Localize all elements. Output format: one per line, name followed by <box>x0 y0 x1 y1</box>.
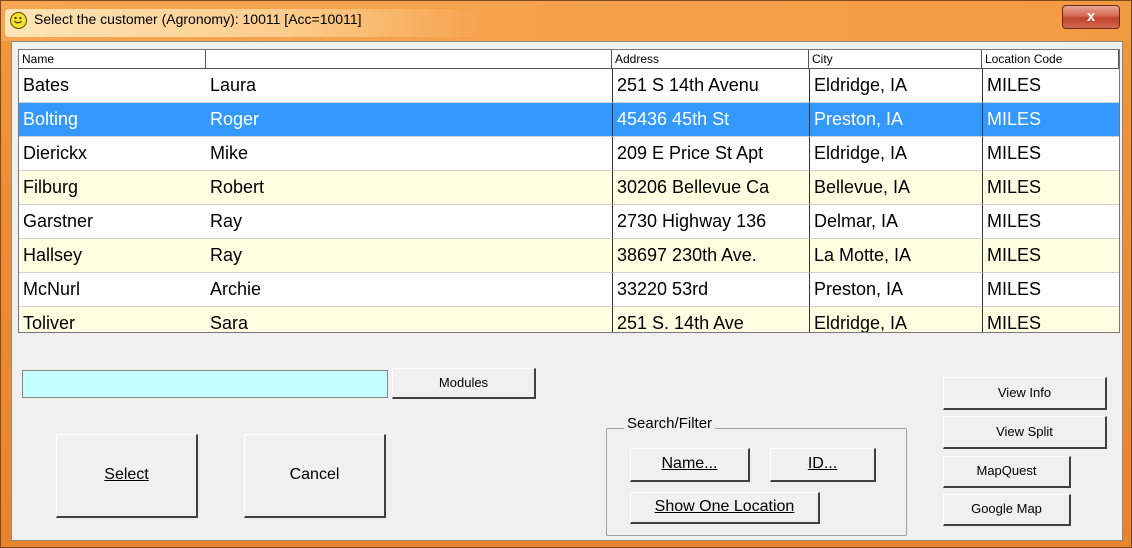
customer-table[interactable]: Name Address City Location Code Bates Lau… <box>18 49 1120 333</box>
table-row[interactable]: Garstner Ray 2730 Highway 136 Delmar, IA MIL… <box>19 205 1119 239</box>
table-row[interactable]: McNurl Archie 33220 53rd Preston, IA MILES <box>19 273 1119 307</box>
column-header-location-code[interactable]: Location Code <box>982 50 1119 69</box>
table-cell-city: Delmar, IA <box>809 205 982 239</box>
table-cell-loc: MILES <box>982 205 1119 239</box>
show-one-location-button[interactable]: Show One Location <box>630 492 820 524</box>
table-cell-address: 33220 53rd <box>612 273 809 307</box>
table-cell-last: Bates <box>19 69 206 103</box>
smiley-icon <box>10 12 27 29</box>
table-cell-loc: MILES <box>982 307 1119 332</box>
select-button[interactable]: Select <box>56 434 198 518</box>
table-cell-first: Archie <box>206 273 612 307</box>
table-cell-loc: MILES <box>982 273 1119 307</box>
column-header-first-name[interactable] <box>206 50 612 69</box>
table-row[interactable]: Bolting Roger 45436 45th St Preston, IA MILE… <box>19 103 1119 137</box>
table-cell-last: McNurl <box>19 273 206 307</box>
table-cell-city: Eldridge, IA <box>809 69 982 103</box>
table-cell-first: Robert <box>206 171 612 205</box>
table-cell-first: Mike <box>206 137 612 171</box>
table-cell-loc: MILES <box>982 239 1119 273</box>
dialog-client-area: Name Address City Location Code Bates Lau… <box>11 41 1123 541</box>
table-cell-loc: MILES <box>982 171 1119 205</box>
table-cell-city: Preston, IA <box>809 273 982 307</box>
cancel-label: Cancel <box>289 466 340 483</box>
table-row[interactable]: Dierickx Mike 209 E Price St Apt Eldridge, … <box>19 137 1119 171</box>
table-cell-first: Ray <box>206 205 612 239</box>
id-search-button[interactable]: ID... <box>770 448 876 482</box>
table-row[interactable]: Bates Laura 251 S 14th Avenu Eldridge, IA MI… <box>19 69 1119 103</box>
table-cell-address: 209 E Price St Apt <box>612 137 809 171</box>
table-cell-address: 45436 45th St <box>612 103 809 137</box>
column-header-address[interactable]: Address <box>612 50 809 69</box>
column-header-name[interactable]: Name <box>19 50 206 69</box>
table-cell-loc: MILES <box>982 69 1119 103</box>
select-label: Select <box>104 466 149 483</box>
table-cell-city: La Motte, IA <box>809 239 982 273</box>
title-bar[interactable]: Select the customer (Agronomy): 10011 [A… <box>1 1 1131 41</box>
search-input[interactable] <box>22 370 388 398</box>
view-split-button[interactable]: View Split <box>943 416 1107 449</box>
table-cell-last: Hallsey <box>19 239 206 273</box>
table-cell-last: Filburg <box>19 171 206 205</box>
table-row[interactable]: Toliver Sara 251 S. 14th Ave Eldridge, IA MI… <box>19 307 1119 332</box>
column-header-city[interactable]: City <box>809 50 982 69</box>
table-cell-first: Ray <box>206 239 612 273</box>
show-one-location-label: Show One Location <box>654 498 795 515</box>
close-button[interactable]: x <box>1062 5 1120 29</box>
table-cell-last: Dierickx <box>19 137 206 171</box>
close-icon: x <box>1086 8 1096 25</box>
search-filter-label: Search/Filter <box>624 415 716 432</box>
table-cell-loc: MILES <box>982 137 1119 171</box>
table-cell-last: Toliver <box>19 307 206 332</box>
table-cell-last: Bolting <box>19 103 206 137</box>
table-cell-address: 251 S. 14th Ave <box>612 307 809 332</box>
view-info-button[interactable]: View Info <box>943 377 1107 410</box>
name-search-label: Name... <box>661 455 718 472</box>
table-cell-city: Preston, IA <box>809 103 982 137</box>
id-search-label: ID... <box>807 455 838 472</box>
modules-button[interactable]: Modules <box>392 368 536 399</box>
mapquest-button[interactable]: MapQuest <box>943 456 1071 488</box>
table-cell-city: Eldridge, IA <box>809 137 982 171</box>
window-title: Select the customer (Agronomy): 10011 [A… <box>34 11 362 27</box>
table-cell-first: Sara <box>206 307 612 332</box>
table-cell-address: 251 S 14th Avenu <box>612 69 809 103</box>
table-cell-address: 2730 Highway 136 <box>612 205 809 239</box>
table-cell-last: Garstner <box>19 205 206 239</box>
table-cell-loc: MILES <box>982 103 1119 137</box>
table-cell-first: Laura <box>206 69 612 103</box>
table-row[interactable]: Filburg Robert 30206 Bellevue Ca Bellevue, … <box>19 171 1119 205</box>
google-map-button[interactable]: Google Map <box>943 494 1071 526</box>
cancel-button[interactable]: Cancel <box>244 434 386 518</box>
table-cell-address: 30206 Bellevue Ca <box>612 171 809 205</box>
table-cell-first: Roger <box>206 103 612 137</box>
table-cell-city: Eldridge, IA <box>809 307 982 332</box>
table-cell-city: Bellevue, IA <box>809 171 982 205</box>
name-search-button[interactable]: Name... <box>630 448 750 482</box>
table-row[interactable]: Hallsey Ray 38697 230th Ave. La Motte, IA MI… <box>19 239 1119 273</box>
table-cell-address: 38697 230th Ave. <box>612 239 809 273</box>
dialog-window: Select the customer (Agronomy): 10011 [A… <box>0 0 1132 548</box>
